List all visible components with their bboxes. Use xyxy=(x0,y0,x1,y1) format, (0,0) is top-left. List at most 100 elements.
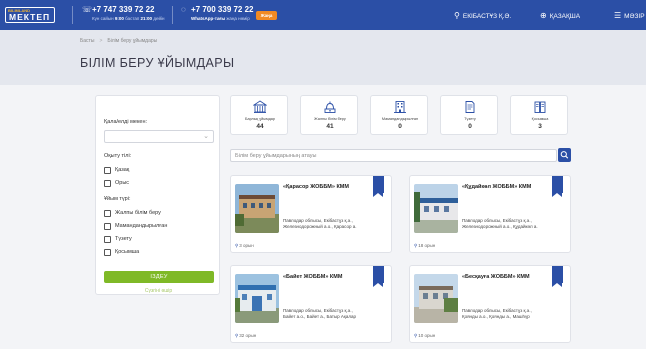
checkbox-label: Қосымша xyxy=(115,249,140,255)
stat-label: Қосымша xyxy=(531,117,549,121)
school-photo xyxy=(235,274,279,323)
seat-icon: ⚲ xyxy=(414,243,418,248)
mektep-logo[interactable]: BILIMLAND МЕКТЕП xyxy=(5,7,55,23)
reset-filter-link[interactable]: Сүзгіні өшір xyxy=(96,288,221,294)
location-pin-icon: ⚲ xyxy=(454,11,460,20)
menu-icon: ☰ xyxy=(614,11,622,20)
phone-number-2[interactable]: +7 700 339 72 22 xyxy=(191,5,254,15)
checkbox-label: Түзету xyxy=(115,236,132,242)
phone-icon: ☏ xyxy=(82,5,93,14)
checkbox[interactable] xyxy=(104,167,111,174)
school-card[interactable]: «Бесқауға ЖОББМ» КММ Павлодар облысы, Ек… xyxy=(409,265,571,343)
page-title: БІЛІМ БЕРУ ҰЙЫМДАРЫ xyxy=(80,56,235,70)
new-badge: Жаңа xyxy=(256,11,277,20)
seat-icon: ⚲ xyxy=(235,243,239,248)
checkbox[interactable] xyxy=(104,180,111,187)
school-name[interactable]: «Бесқауға ЖОББМ» КММ xyxy=(462,274,530,280)
school-card[interactable]: «Байет ЖОББМ» КММ Павлодар облысы, Екіба… xyxy=(230,265,392,343)
checkbox-label: Қазақ xyxy=(115,167,130,173)
stat-label: Жалпы білім беру xyxy=(314,117,346,121)
seat-icon: ⚲ xyxy=(235,333,239,338)
language-selector[interactable]: ⊕ ҚАЗАҚША xyxy=(540,11,580,21)
phone-number-1[interactable]: +7 747 339 72 22 xyxy=(92,5,155,15)
header-divider xyxy=(72,6,73,24)
page-banner: Басты > Білім беру ұйымдары БІЛІМ БЕРУ ҰЙЫ… xyxy=(0,30,646,85)
whatsapp-icon: ◌ xyxy=(181,5,186,14)
school-building-icon xyxy=(373,176,384,197)
menu-label: МӘЗІР xyxy=(624,13,645,20)
stat-value: 3 xyxy=(538,123,542,130)
school-address: Павлодар облысы, Екібастұз қ.ә., Байет а.… xyxy=(283,308,357,319)
stat-label: Барлық ұйымдар xyxy=(244,117,276,121)
school-address: Павлодар облысы, Екібастұз қ.ә., Железнод… xyxy=(462,218,538,229)
school-address: Павлодар облысы, Екібастұз қ.ә., Железнод… xyxy=(283,218,357,229)
books-icon xyxy=(534,101,546,113)
stat-all-organizations[interactable]: Барлық ұйымдар 44 xyxy=(230,95,288,135)
search-placeholder: Білім беру ұйымдарының атауы xyxy=(235,153,317,159)
search-button[interactable] xyxy=(558,148,571,162)
school-building-icon xyxy=(253,100,267,113)
seats-available: ⚲10 орын xyxy=(414,333,436,338)
stat-general-education[interactable]: Жалпы білім беру 41 xyxy=(300,95,358,135)
search-icon xyxy=(560,151,569,159)
locality-select[interactable]: ⌄ xyxy=(104,130,214,143)
school-building-icon xyxy=(552,176,563,197)
header-divider xyxy=(172,6,173,24)
stat-correctional[interactable]: Түзету 0 xyxy=(440,95,498,135)
seat-icon: ⚲ xyxy=(414,333,418,338)
school-name[interactable]: «Құдайкөл ЖОББМ» КММ xyxy=(462,184,531,190)
seats-available: ⚲32 орын xyxy=(235,333,257,338)
breadcrumb: Басты > Білім беру ұйымдары xyxy=(80,38,157,44)
filter-panel: Қала/елді мекен: ⌄ Оқыту тілі: Қазақ Оры… xyxy=(95,95,220,295)
school-building-icon xyxy=(552,266,563,287)
checkbox[interactable] xyxy=(104,249,111,256)
school-card[interactable]: «Қарасор ЖОББМ» КММ Павлодар облысы, Екі… xyxy=(230,175,392,253)
stat-value: 44 xyxy=(256,123,264,130)
seats-available: ⚲3 орын xyxy=(235,243,254,248)
document-icon xyxy=(465,101,475,113)
checkbox-label: Жалпы білім беру xyxy=(115,210,161,216)
stat-label: Мамандандырылған xyxy=(381,117,419,121)
stat-specialized[interactable]: Мамандандырылған 0 xyxy=(370,95,428,135)
whatsapp-note: WhatsApp-тағы жаңа нөмір xyxy=(191,16,250,21)
language-filter-label: Оқыту тілі: xyxy=(104,153,132,159)
stat-additional[interactable]: Қосымша 3 xyxy=(510,95,568,135)
location-label: ЕКІБАСТҰЗ Қ.Ә. xyxy=(462,13,512,20)
checkbox[interactable] xyxy=(104,236,111,243)
breadcrumb-separator: > xyxy=(99,38,103,44)
school-photo xyxy=(414,274,458,323)
school-photo xyxy=(414,184,458,233)
school-name[interactable]: «Байет ЖОББМ» КММ xyxy=(283,274,342,280)
office-building-icon xyxy=(394,101,406,113)
language-label: ҚАЗАҚША xyxy=(549,13,581,20)
top-header: BILIMLAND МЕКТЕП ☏ +7 747 339 72 22 Күн … xyxy=(0,0,646,30)
location-selector[interactable]: ⚲ ЕКІБАСТҰЗ Қ.Ә. xyxy=(454,11,511,21)
checkbox-label: Мамандандырылған xyxy=(115,223,168,229)
search-submit-button[interactable]: ІЗДЕУ xyxy=(104,271,214,283)
globe-icon: ⊕ xyxy=(540,11,547,20)
chevron-down-icon: ⌄ xyxy=(203,133,209,140)
seats-available: ⚲18 орын xyxy=(414,243,436,248)
type-filter-label: Ұйым түрі: xyxy=(104,196,131,202)
breadcrumb-current: Білім беру ұйымдары xyxy=(107,38,158,44)
school-name[interactable]: «Қарасор ЖОББМ» КММ xyxy=(283,184,349,190)
school-bell-icon xyxy=(324,101,336,113)
school-photo xyxy=(235,184,279,233)
stat-label: Түзету xyxy=(464,117,476,121)
main-content: Қала/елді мекен: ⌄ Оқыту тілі: Қазақ Оры… xyxy=(0,85,646,349)
school-building-icon xyxy=(373,266,384,287)
logo-title: МЕКТЕП xyxy=(9,12,51,22)
school-address: Павлодар облысы, Екібастұз қ.ә., Қоянды а… xyxy=(462,308,532,319)
breadcrumb-home[interactable]: Басты xyxy=(80,38,94,44)
checkbox[interactable] xyxy=(104,223,111,230)
locality-label: Қала/елді мекен: xyxy=(104,119,148,125)
school-card[interactable]: «Құдайкөл ЖОББМ» КММ Павлодар облысы, Ек… xyxy=(409,175,571,253)
stat-value: 0 xyxy=(398,123,402,130)
checkbox-label: Орыс xyxy=(115,180,130,186)
checkbox[interactable] xyxy=(104,210,111,217)
stat-value: 0 xyxy=(468,123,472,130)
phone-hours: Күн сайын 9:00 бастап 21:00 дейін xyxy=(92,16,165,21)
menu-button[interactable]: ☰ МӘЗІР xyxy=(614,11,645,21)
stat-value: 41 xyxy=(326,123,334,130)
organization-search-input[interactable]: Білім беру ұйымдарының атауы xyxy=(230,149,557,162)
